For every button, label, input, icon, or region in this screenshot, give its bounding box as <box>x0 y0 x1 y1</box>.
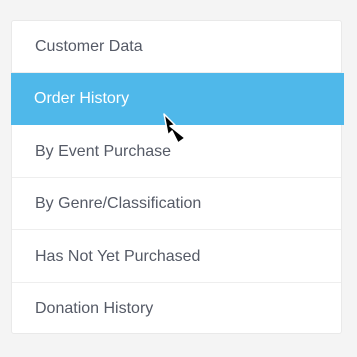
menu-item-has-not-yet-purchased[interactable]: Has Not Yet Purchased <box>12 231 341 283</box>
menu-item-donation-history[interactable]: Donation History <box>12 283 341 335</box>
menu-item-by-genre-classification[interactable]: By Genre/Classification <box>12 178 341 230</box>
menu-item-customer-data[interactable]: Customer Data <box>12 21 341 73</box>
menu-item-order-history[interactable]: Order History <box>11 73 344 125</box>
report-menu: Customer Data Order History By Event Pur… <box>11 20 344 335</box>
menu-item-by-event-purchase[interactable]: By Event Purchase <box>12 126 341 178</box>
